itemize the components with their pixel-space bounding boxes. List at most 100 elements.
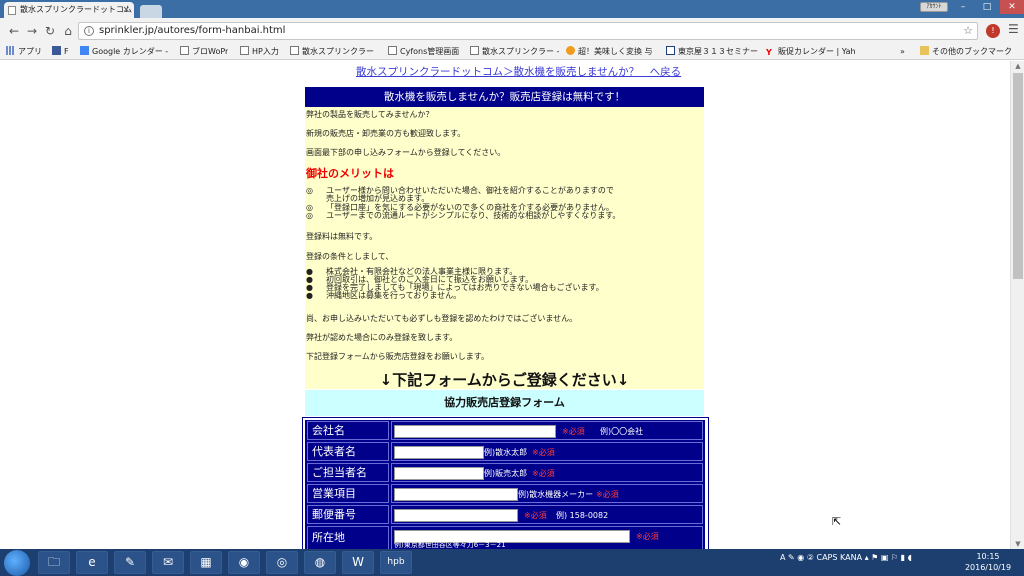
page-icon xyxy=(388,46,397,55)
scroll-down-icon[interactable]: ▼ xyxy=(1013,539,1023,549)
note-text: 下記登録フォームから販売店登録をお願いします。 xyxy=(306,352,489,361)
bookmark-item[interactable]: 東京屋３１３セミナー xyxy=(666,46,760,58)
double-circle-icon: ◎ xyxy=(306,211,313,220)
facebook-icon xyxy=(52,46,61,55)
field-label: 会社名 xyxy=(307,421,389,440)
scroll-thumb[interactable] xyxy=(1013,73,1023,279)
merit-item: ◎ ユーザー様から問い合わせいただいた場合、御社を紹介することがありますので 売上… xyxy=(306,187,614,203)
bookmark-label: Google カレンダー - xyxy=(92,47,169,56)
mouse-cursor-icon: ⇱ xyxy=(832,515,842,528)
chrome-icon[interactable]: ◎ xyxy=(266,551,298,574)
bullet-icon: ● xyxy=(306,291,313,300)
other-bookmarks[interactable]: その他のブックマーク xyxy=(920,46,1020,58)
form-title: 協力販売店登録フォーム xyxy=(305,390,704,416)
form-row-contact: ご担当者名 例)販売太郎 ※必須 xyxy=(305,462,705,483)
bookmark-item[interactable]: 散水スプリンクラー - xyxy=(470,46,560,58)
field-example: 例)散水機器メーカー xyxy=(518,490,594,499)
bookmark-item[interactable]: 散水スプリンクラー xyxy=(290,46,380,58)
form-cta: ↓下記フォームからご登録ください↓ xyxy=(379,371,630,389)
bookmark-item[interactable]: Cyfons管理画面 xyxy=(388,46,466,58)
browser-tab[interactable]: 散水スプリンクラードットコム × xyxy=(4,2,134,18)
bookmark-label: 散水スプリンクラー xyxy=(302,47,374,56)
reload-icon[interactable]: ↻ xyxy=(42,23,58,39)
form-row-address: 所在地 ※必須 例)東京都世田谷区等々力6－3－21 xyxy=(305,525,705,549)
bookmark-star-icon[interactable]: ☆ xyxy=(963,23,973,39)
page-icon xyxy=(240,46,249,55)
mail-icon[interactable]: ✉ xyxy=(152,551,184,574)
google-calendar-icon xyxy=(80,46,89,55)
business-type-input[interactable] xyxy=(394,488,518,501)
clock-date: 2016/10/19 xyxy=(964,563,1012,572)
bookmark-item[interactable]: ブロWoPr xyxy=(180,46,228,58)
user-profile-badge[interactable]: ｱｶｳﾝﾄ xyxy=(920,2,948,12)
required-mark: ※必須 xyxy=(596,490,619,499)
form-row-representative: 代表者名 例)散水太郎 ※必須 xyxy=(305,441,705,462)
ie-icon[interactable]: e xyxy=(76,551,108,574)
home-icon[interactable]: ⌂ xyxy=(60,23,76,39)
bookmark-item[interactable]: Google カレンダー - xyxy=(80,46,172,58)
calc-icon[interactable]: ▦ xyxy=(190,551,222,574)
field-example: 例) 158-0082 xyxy=(556,511,609,520)
field-cell: 例)販売太郎 ※必須 xyxy=(391,463,703,482)
system-tray[interactable]: A ✎ ◉ ② CAPS KANA ▴ ⚑ ▣ ⚐ ▮ ◖ xyxy=(780,553,912,562)
bookmarks-bar: アプリ F Google カレンダー - ブロWoPr HP入力 散水スプリンク… xyxy=(0,44,1024,60)
extension-icon[interactable]: ! xyxy=(986,24,1000,38)
bookmark-label: 超！美味しく変換 与 xyxy=(578,47,653,56)
explorer-icon[interactable]: 🗀 xyxy=(38,551,70,574)
free-note: 登録料は無料です。 xyxy=(306,232,378,241)
field-cell: ※必須 例)〇〇会社 xyxy=(391,421,703,440)
field-cell: 例)散水太郎 ※必須 xyxy=(391,442,703,461)
word-icon[interactable]: W xyxy=(342,551,374,574)
hpb-icon[interactable]: hpb xyxy=(380,551,412,574)
info-icon[interactable]: i xyxy=(84,26,94,36)
globe-icon[interactable]: ◍ xyxy=(304,551,336,574)
scroll-up-icon[interactable]: ▲ xyxy=(1013,61,1023,71)
field-example: 例)散水太郎 xyxy=(484,448,528,457)
conditions-intro: 登録の条件としまして、 xyxy=(306,252,394,261)
field-label: 代表者名 xyxy=(307,442,389,461)
bookmark-label: ブロWoPr xyxy=(192,47,229,56)
merit-heading: 御社のメリットは xyxy=(306,167,394,180)
required-mark: ※必須 xyxy=(532,469,555,478)
postal-code-input[interactable] xyxy=(394,509,518,522)
bookmark-label: 散水スプリンクラー - xyxy=(482,47,560,56)
bookmark-label: 東京屋３１３セミナー xyxy=(678,47,758,56)
new-tab-button[interactable] xyxy=(140,5,162,18)
start-button[interactable] xyxy=(4,550,30,576)
minimize-icon[interactable]: – xyxy=(952,0,974,14)
close-window-icon[interactable]: ✕ xyxy=(1000,0,1024,14)
forward-arrow-icon[interactable]: → xyxy=(24,23,40,39)
maximize-icon[interactable]: □ xyxy=(976,0,998,14)
bookmarks-overflow-button[interactable]: » xyxy=(900,46,905,58)
breadcrumb-back-link[interactable]: 散水スプリンクラードットコム＞散水機を販売しませんか？ へ戻る xyxy=(356,64,681,79)
representative-name-input[interactable] xyxy=(394,446,484,459)
page-favicon-icon xyxy=(8,6,16,15)
intro-text: 弊社の製品を販売してみませんか？ xyxy=(306,110,434,119)
clock[interactable]: 10:15 2016/10/19 xyxy=(960,551,1016,573)
page-icon xyxy=(470,46,479,55)
firefox-icon[interactable]: ◉ xyxy=(228,551,260,574)
yahoo-icon: Y xyxy=(766,48,772,57)
form-row-postal: 郵便番号 ※必須 例) 158-0082 xyxy=(305,504,705,525)
bookmark-item[interactable]: Y 販促カレンダー | Yah xyxy=(766,46,862,58)
page-scrollbar[interactable]: ▲ ▼ xyxy=(1010,61,1024,549)
tab-close-icon[interactable]: × xyxy=(122,2,130,18)
field-cell: 例)散水機器メーカー ※必須 xyxy=(391,484,703,503)
bookmark-item[interactable]: F xyxy=(52,46,69,58)
bookmark-item[interactable]: HP入力 xyxy=(240,46,279,58)
address-bar[interactable]: i sprinkler.jp/autores/form-hanbai.html … xyxy=(78,22,978,40)
merit-text: ユーザーまでの流通ルートがシンプルになり、技術的な相談がしやすくなります。 xyxy=(326,211,621,220)
other-bookmarks-label: その他のブックマーク xyxy=(932,47,1012,56)
clock-time: 10:15 xyxy=(976,552,1000,561)
menu-icon[interactable]: ☰ xyxy=(1008,22,1019,36)
bookmark-label: Cyfons管理画面 xyxy=(400,47,460,56)
bookmark-item[interactable]: 超！美味しく変換 与 xyxy=(566,46,660,58)
tool-icon[interactable]: ✎ xyxy=(114,551,146,574)
url-text: sprinkler.jp/autores/form-hanbai.html xyxy=(99,25,286,36)
back-arrow-icon[interactable]: ← xyxy=(6,23,22,39)
contact-name-input[interactable] xyxy=(394,467,484,480)
windows-taskbar: 🗀 e ✎ ✉ ▦ ◉ ◎ ◍ W hpb A ✎ ◉ ② CAPS KANA … xyxy=(0,549,1024,576)
bookmark-item[interactable]: アプリ xyxy=(6,46,42,58)
company-name-input[interactable] xyxy=(394,425,556,438)
field-cell: ※必須 例) 158-0082 xyxy=(391,505,703,524)
